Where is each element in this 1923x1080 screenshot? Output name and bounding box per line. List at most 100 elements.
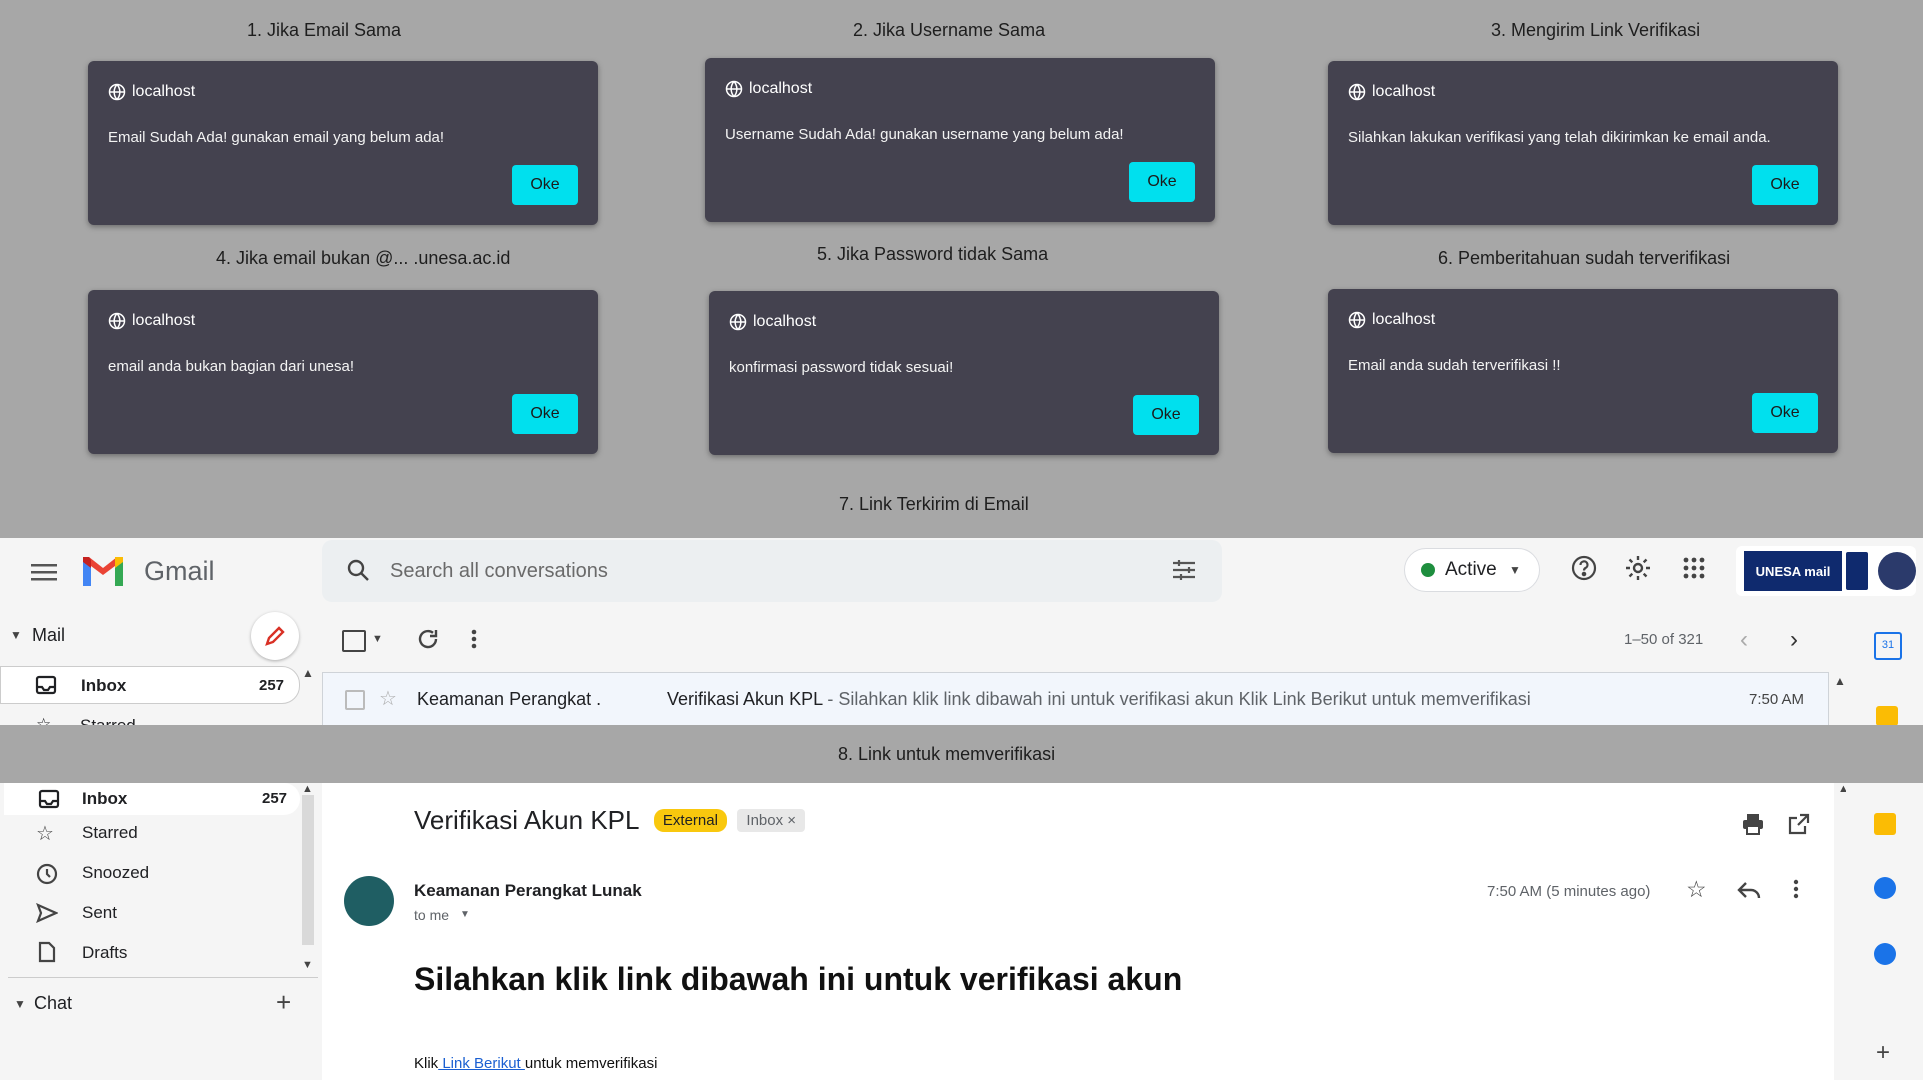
row-time: 7:50 AM (1749, 691, 1805, 708)
tasks-icon[interactable] (1874, 877, 1896, 899)
unesa-mail-logo: UNESA mail (1744, 551, 1842, 591)
ok-button[interactable]: Oke (1129, 162, 1195, 202)
more-vert-icon[interactable] (1792, 878, 1800, 900)
more-vert-icon[interactable] (470, 627, 478, 651)
sidebar-item-inbox[interactable]: Inbox 257 (0, 666, 300, 704)
plus-icon[interactable]: + (1876, 1039, 1890, 1067)
row-sender: Keamanan Perangkat . (417, 689, 602, 709)
inbox-icon (35, 675, 57, 695)
right-rail: + (1846, 783, 1923, 1080)
message-time: 7:50 AM (5 minutes ago) (1487, 883, 1651, 900)
select-all-checkbox[interactable] (342, 630, 366, 652)
gmail-header: Gmail Search all conversations Active ▼ … (0, 538, 1923, 608)
verification-link[interactable]: Link Berikut (438, 1055, 525, 1072)
row-snippet: - Silahkan klik link dibawah ini untuk v… (822, 689, 1531, 709)
caption-1: 1. Jika Email Sama (247, 20, 402, 40)
status-label: Active (1445, 559, 1497, 580)
refresh-icon[interactable] (416, 627, 440, 651)
gear-icon[interactable] (1622, 552, 1654, 584)
mail-section-label: Mail (32, 625, 66, 645)
scroll-up-icon[interactable]: ▲ (302, 783, 313, 795)
dialog-message: Email anda sudah terverifikasi !! (1348, 357, 1561, 374)
alert-dialog-verification-sent: localhost Silahkan lakukan verifikasi ya… (1328, 61, 1838, 225)
alert-dialog-password-mismatch: localhost konfirmasi password tidak sesu… (709, 291, 1219, 455)
caption-2: 2. Jika Username Sama (853, 20, 1046, 40)
ok-button[interactable]: Oke (1752, 393, 1818, 433)
apps-grid-icon[interactable] (1678, 552, 1710, 584)
reply-icon[interactable] (1737, 880, 1761, 900)
select-dropdown-icon[interactable]: ▼ (372, 633, 383, 645)
collapse-arrow-icon[interactable]: ▼ (14, 997, 26, 1011)
star-icon[interactable]: ☆ (1686, 876, 1707, 903)
ok-button[interactable]: Oke (1133, 395, 1199, 435)
print-icon[interactable] (1742, 813, 1764, 835)
search-bar[interactable]: Search all conversations (322, 540, 1222, 602)
inbox-label-chip[interactable]: Inbox × (737, 809, 806, 832)
table-row[interactable]: ☆ Keamanan Perangkat . Verifikasi Akun K… (322, 672, 1829, 725)
caption-5: 5. Jika Password tidak Sama (817, 244, 1049, 264)
globe-icon (108, 312, 126, 330)
scroll-up-icon[interactable]: ▲ (1834, 674, 1846, 688)
caption-8: 8. Link untuk memverifikasi (838, 744, 1056, 764)
avatar[interactable] (1878, 552, 1916, 590)
sidebar-scrollbar[interactable] (302, 795, 314, 945)
dialog-host-label: localhost (1372, 83, 1436, 100)
dialog-host-label: localhost (132, 83, 196, 100)
sidebar-item-label: Drafts (82, 943, 128, 962)
scroll-down-icon[interactable]: ▼ (302, 959, 313, 971)
row-checkbox[interactable] (345, 690, 365, 710)
sender-avatar[interactable] (344, 876, 394, 926)
dialog-host-label: localhost (753, 313, 817, 330)
divider (8, 977, 318, 978)
keep-icon[interactable] (1874, 813, 1896, 835)
pencil-icon (265, 626, 285, 646)
calendar-icon[interactable]: 31 (1874, 632, 1902, 660)
dialog-host: localhost (1348, 83, 1435, 101)
sidebar: Inbox 257 ☆ Starred Snoozed Sent Drafts … (0, 783, 318, 1080)
compose-button[interactable] (251, 612, 299, 660)
sidebar-item-starred[interactable]: Starred (80, 716, 136, 725)
close-icon[interactable]: × (787, 812, 796, 829)
status-dot-icon (1421, 563, 1435, 577)
dialog-message: email anda bukan bagian dari unesa! (108, 358, 355, 375)
ok-button[interactable]: Oke (512, 394, 578, 434)
chevron-right-icon[interactable]: › (1790, 626, 1798, 654)
keep-icon[interactable] (1876, 706, 1898, 725)
star-icon[interactable]: ☆ (379, 686, 397, 711)
plus-icon[interactable]: + (276, 987, 291, 1018)
dialog-message: konfirmasi password tidak sesuai! (729, 359, 954, 376)
sidebar-item-label: Inbox (81, 676, 127, 695)
open-in-new-icon[interactable] (1788, 813, 1810, 835)
globe-icon (1348, 83, 1366, 101)
account-area[interactable]: UNESA mail (1736, 546, 1916, 596)
chevron-down-icon[interactable]: ▼ (460, 909, 470, 920)
menu-icon[interactable] (28, 556, 60, 588)
gmail-logo-icon (80, 554, 126, 593)
message-subject-row: Verifikasi Akun KPL External Inbox × (414, 805, 806, 836)
scroll-up-icon[interactable]: ▲ (302, 666, 314, 680)
contacts-icon[interactable] (1874, 943, 1896, 965)
external-badge: External (653, 809, 727, 832)
search-input[interactable]: Search all conversations (390, 560, 608, 583)
ok-button[interactable]: Oke (512, 165, 578, 205)
search-options-icon[interactable] (1168, 554, 1200, 586)
chat-section-label: Chat (34, 993, 73, 1013)
alert-dialog-username-exists: localhost Username Sudah Ada! gunakan us… (705, 58, 1215, 222)
ok-button[interactable]: Oke (1752, 165, 1818, 205)
gmail-message-screenshot: Inbox 257 ☆ Starred Snoozed Sent Drafts … (0, 783, 1923, 1080)
search-icon[interactable] (342, 554, 374, 586)
sender-name: Keamanan Perangkat Lunak (414, 881, 642, 900)
sidebar-item-label: Starred (82, 823, 138, 842)
chevron-left-icon[interactable]: ‹ (1740, 626, 1748, 654)
sidebar-item-inbox[interactable]: Inbox 257 (4, 783, 300, 815)
sidebar-item-label: Inbox (82, 789, 128, 808)
globe-icon (1348, 311, 1366, 329)
draft-icon (38, 941, 56, 963)
dialog-host: localhost (725, 80, 812, 98)
status-active-button[interactable]: Active ▼ (1404, 548, 1540, 592)
help-icon[interactable] (1568, 552, 1600, 584)
message-heading: Silahkan klik link dibawah ini untuk ver… (414, 961, 1183, 997)
unesa-emblem-icon (1846, 552, 1868, 590)
caption-6: 6. Pemberitahuan sudah terverifikasi (1438, 248, 1731, 268)
collapse-arrow-icon[interactable]: ▼ (10, 628, 22, 642)
